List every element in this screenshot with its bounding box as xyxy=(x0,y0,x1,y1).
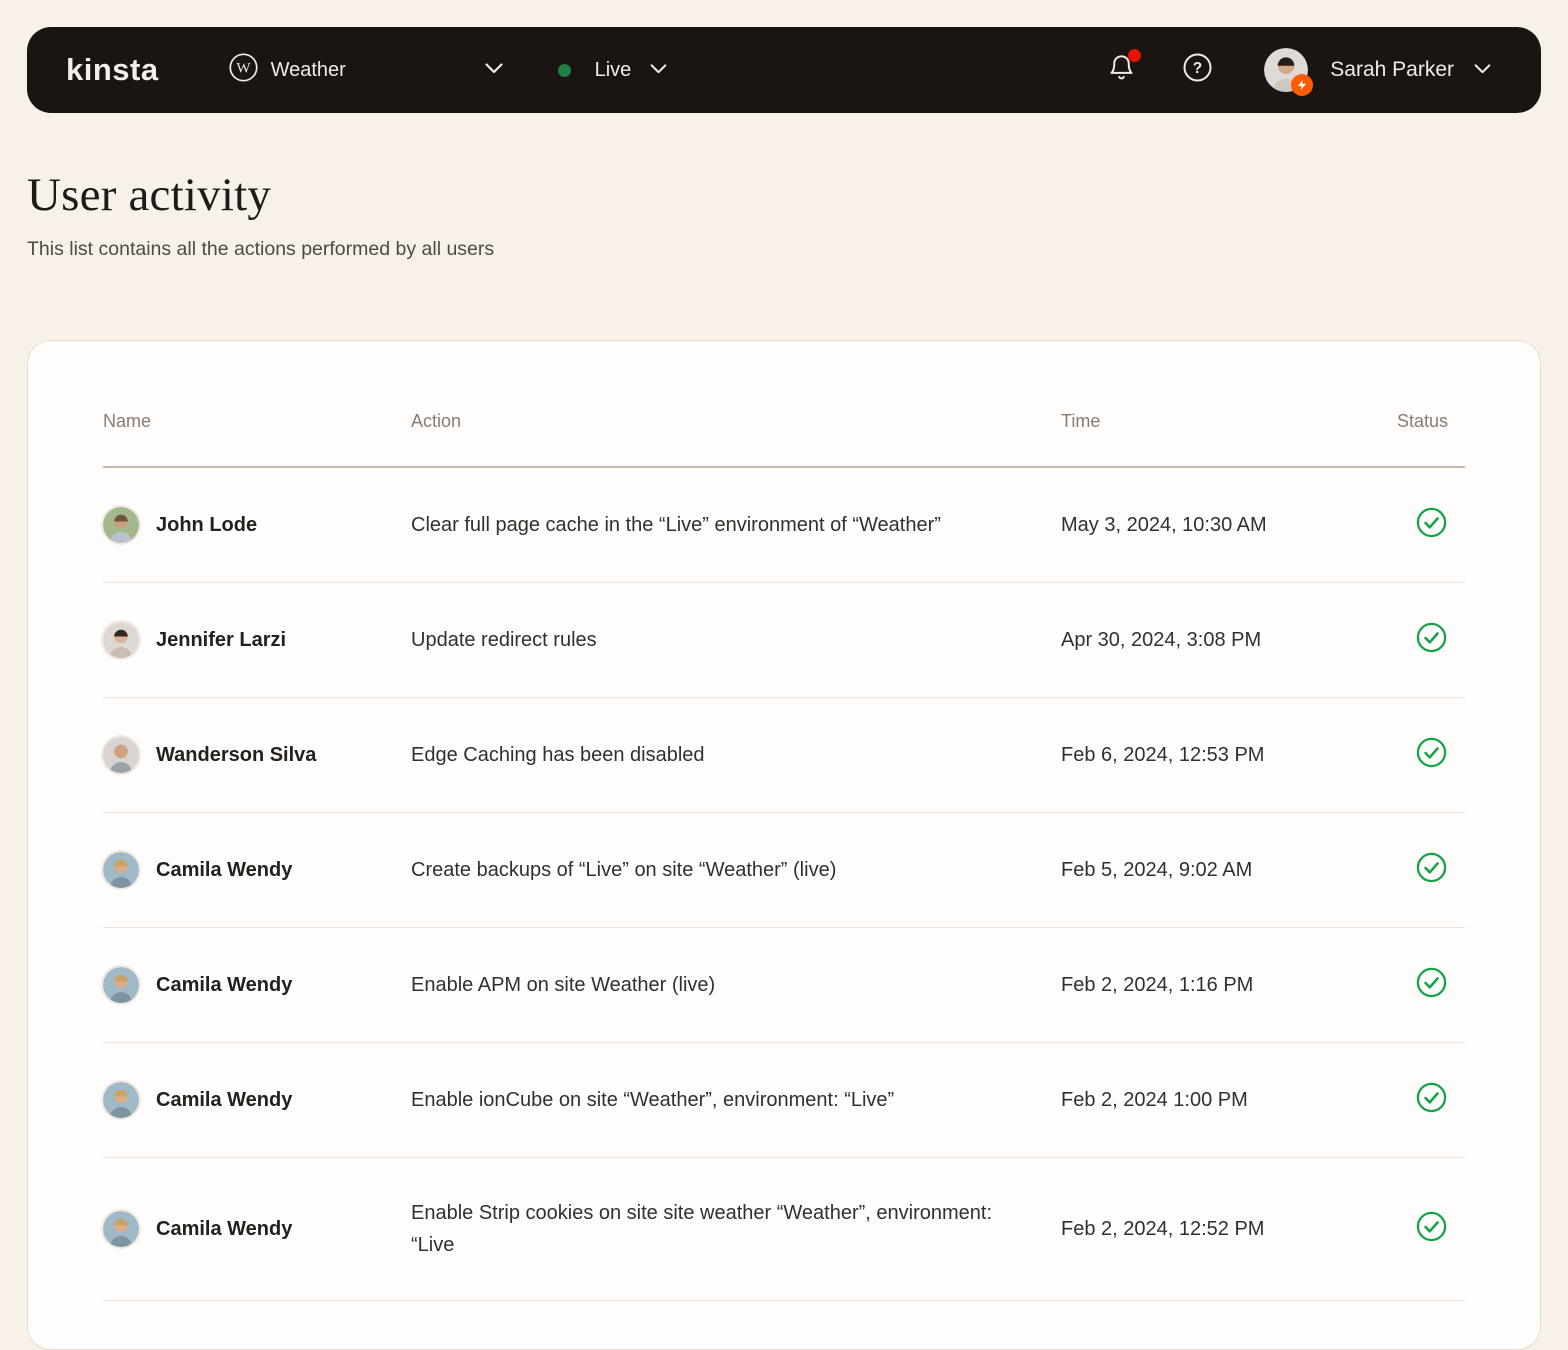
page-subtitle: This list contains all the actions perfo… xyxy=(27,238,495,260)
page-header: User activity This list contains all the… xyxy=(27,168,494,261)
user-name-label: Sarah Parker xyxy=(1330,58,1454,81)
page-title: User activity xyxy=(27,169,272,221)
column-header-action: Action xyxy=(411,411,462,431)
name-cell: Camila Wendy xyxy=(103,852,411,888)
user-menu-avatar xyxy=(1264,48,1314,96)
time-cell: Feb 6, 2024, 12:53 PM xyxy=(1061,743,1265,766)
action-cell: Edge Caching has been disabled xyxy=(411,739,1061,771)
environment-label: Live xyxy=(594,58,632,81)
table-body: John Lode Clear full page cache in the “… xyxy=(103,468,1465,1301)
table-row[interactable]: Camila Wendy Enable APM on site Weather … xyxy=(103,928,1465,1043)
check-circle-icon xyxy=(1416,967,1447,1003)
user-name: Camila Wendy xyxy=(156,1088,293,1111)
chevron-down-icon xyxy=(485,61,503,79)
user-avatar xyxy=(103,852,139,888)
action-text: Edge Caching has been disabled xyxy=(411,744,705,766)
check-circle-icon xyxy=(1416,737,1447,773)
status-cell xyxy=(1397,507,1465,543)
name-cell: Jennifer Larzi xyxy=(103,622,411,658)
table-row[interactable]: John Lode Clear full page cache in the “… xyxy=(103,468,1465,583)
kinsta-logo[interactable]: kinsta xyxy=(66,52,159,88)
table-header-row: Name Action Time Status xyxy=(103,341,1465,468)
environment-selector-dropdown[interactable]: Live xyxy=(557,58,668,82)
user-avatar xyxy=(103,507,139,543)
user-avatar xyxy=(103,622,139,658)
action-cell: Create backups of “Live” on site “Weathe… xyxy=(411,854,1061,886)
status-cell xyxy=(1397,852,1465,888)
action-cell: Enable APM on site Weather (live) xyxy=(411,969,1061,1001)
name-cell: Camila Wendy xyxy=(103,967,411,1003)
name-cell: Camila Wendy xyxy=(103,1082,411,1118)
action-cell: Clear full page cache in the “Live” envi… xyxy=(411,509,1061,541)
lightning-badge-icon xyxy=(1291,74,1314,96)
time-cell: Feb 2, 2024, 12:52 PM xyxy=(1061,1217,1265,1240)
user-name: Wanderson Silva xyxy=(156,743,317,766)
question-circle-icon: ? xyxy=(1183,53,1212,87)
user-name: Jennifer Larzi xyxy=(156,628,287,651)
name-cell: John Lode xyxy=(103,507,411,543)
name-cell: Camila Wendy xyxy=(103,1211,411,1247)
user-menu[interactable]: Sarah Parker xyxy=(1264,48,1491,96)
table-row[interactable]: Camila Wendy Create backups of “Live” on… xyxy=(103,813,1465,928)
navbar-right-group: ? Sarah Parker xyxy=(1108,48,1491,96)
user-activity-card: Name Action Time Status John Lode Clear … xyxy=(27,340,1541,1350)
user-avatar xyxy=(103,1211,139,1247)
status-cell xyxy=(1397,967,1465,1003)
time-cell: Feb 5, 2024, 9:02 AM xyxy=(1061,858,1253,881)
svg-text:W: W xyxy=(236,61,251,77)
action-cell: Update redirect rules xyxy=(411,624,1061,656)
user-name: Camila Wendy xyxy=(156,1217,293,1240)
check-circle-icon xyxy=(1416,852,1447,888)
notifications-button[interactable] xyxy=(1108,49,1142,87)
user-name: Camila Wendy xyxy=(156,858,293,881)
chevron-down-icon xyxy=(1474,61,1491,79)
site-selector-label: Weather xyxy=(270,58,346,81)
table-row[interactable]: Wanderson Silva Edge Caching has been di… xyxy=(103,698,1465,813)
help-button[interactable]: ? xyxy=(1183,53,1212,87)
action-text: Enable Strip cookies on site site weathe… xyxy=(411,1202,993,1256)
user-avatar xyxy=(103,1082,139,1118)
user-name: John Lode xyxy=(156,513,258,536)
svg-text:?: ? xyxy=(1193,60,1202,77)
column-header-status: Status xyxy=(1397,411,1449,431)
column-header-time: Time xyxy=(1061,411,1101,431)
wordpress-icon: W xyxy=(229,53,258,87)
user-avatar xyxy=(103,737,139,773)
user-activity-table: Name Action Time Status John Lode Clear … xyxy=(28,341,1540,1301)
column-header-name: Name xyxy=(103,411,152,431)
table-row[interactable]: Camila Wendy Enable ionCube on site “Wea… xyxy=(103,1043,1465,1158)
action-text: Clear full page cache in the “Live” envi… xyxy=(411,514,941,536)
action-cell: Enable ionCube on site “Weather”, enviro… xyxy=(411,1084,1061,1116)
check-circle-icon xyxy=(1416,622,1447,658)
user-avatar xyxy=(103,967,139,1003)
time-cell: Apr 30, 2024, 3:08 PM xyxy=(1061,628,1262,651)
top-navbar: kinsta W Weather Live ? Sarah Parker xyxy=(27,27,1541,113)
action-cell: Enable Strip cookies on site site weathe… xyxy=(411,1197,1061,1261)
user-name: Camila Wendy xyxy=(156,973,293,996)
status-cell xyxy=(1397,1082,1465,1118)
live-status-dot-icon xyxy=(557,63,571,77)
chevron-down-icon xyxy=(650,61,667,79)
table-row[interactable]: Jennifer Larzi Update redirect rules Apr… xyxy=(103,583,1465,698)
check-circle-icon xyxy=(1416,1211,1447,1247)
check-circle-icon xyxy=(1416,1082,1447,1118)
time-cell: Feb 2, 2024, 1:16 PM xyxy=(1061,973,1254,996)
notification-red-dot xyxy=(1128,49,1142,62)
time-cell: Feb 2, 2024 1:00 PM xyxy=(1061,1088,1248,1111)
status-cell xyxy=(1397,622,1465,658)
status-cell xyxy=(1397,1211,1465,1247)
action-text: Enable APM on site Weather (live) xyxy=(411,974,716,996)
name-cell: Wanderson Silva xyxy=(103,737,411,773)
status-cell xyxy=(1397,737,1465,773)
action-text: Create backups of “Live” on site “Weathe… xyxy=(411,859,837,881)
check-circle-icon xyxy=(1416,507,1447,543)
site-selector-dropdown[interactable]: W Weather xyxy=(229,53,503,87)
action-text: Enable ionCube on site “Weather”, enviro… xyxy=(411,1089,895,1111)
action-text: Update redirect rules xyxy=(411,629,597,651)
time-cell: May 3, 2024, 10:30 AM xyxy=(1061,513,1267,536)
